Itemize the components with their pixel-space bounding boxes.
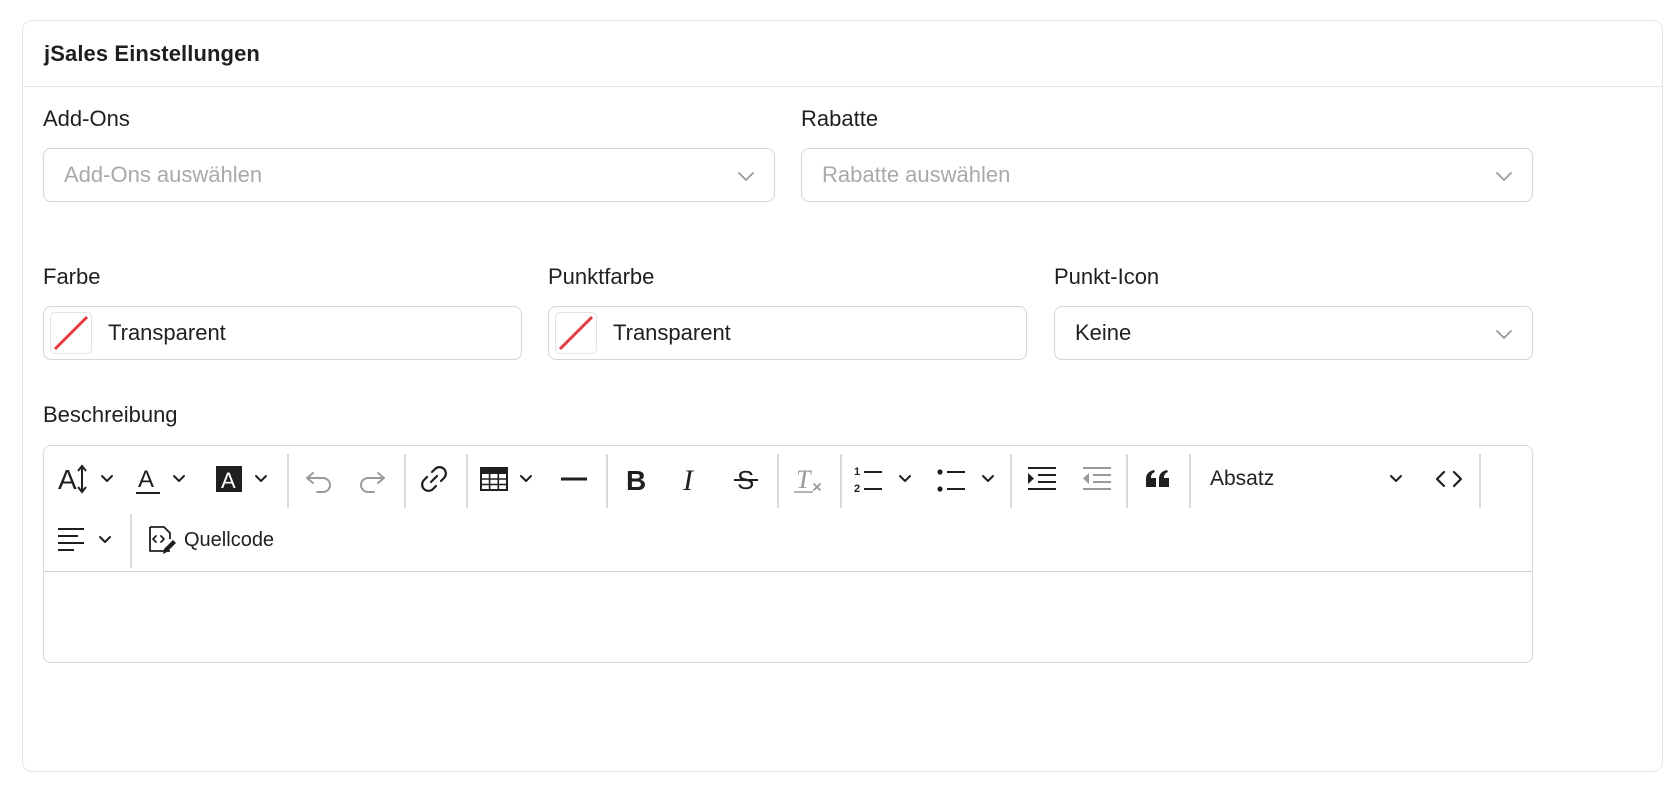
link-button[interactable] xyxy=(414,457,454,501)
punktfarbe-label: Punktfarbe xyxy=(548,264,655,289)
chevron-down-icon xyxy=(738,172,754,181)
bulleted-list-icon xyxy=(937,469,994,492)
numbered-list-button[interactable]: 1 2 xyxy=(852,457,918,501)
toolbar-separator xyxy=(1189,454,1191,508)
undo-button[interactable] xyxy=(299,457,339,501)
indent-icon xyxy=(1028,467,1056,490)
background-color-icon: A xyxy=(216,466,267,493)
svg-text:A: A xyxy=(58,464,77,495)
font-size-button[interactable]: A xyxy=(56,457,120,501)
remove-format-icon: T xyxy=(794,465,821,494)
card-header: jSales Einstellungen xyxy=(23,21,1662,87)
punktfarbe-value: Transparent xyxy=(613,320,731,345)
beschreibung-label: Beschreibung xyxy=(43,402,178,427)
outdent-icon xyxy=(1083,467,1111,490)
code-icon xyxy=(1435,470,1463,488)
punkticon-select[interactable]: Keine xyxy=(1054,306,1533,360)
background-color-button[interactable]: A xyxy=(214,457,276,501)
blockquote-button[interactable] xyxy=(1138,457,1178,501)
toolbar-separator xyxy=(1010,454,1012,508)
card-title: jSales Einstellungen xyxy=(44,40,260,66)
strikethrough-button[interactable]: S xyxy=(726,457,766,501)
toolbar-separator xyxy=(287,454,289,508)
italic-button[interactable]: I xyxy=(671,457,711,501)
numbered-list-icon: 1 2 xyxy=(854,466,911,495)
rabatte-placeholder: Rabatte auswählen xyxy=(822,162,1011,187)
jsales-settings-card: jSales Einstellungen Add-Ons Add-Ons aus… xyxy=(22,20,1663,772)
rich-text-editor: A A A B I S T 1 2 Absatz Quellcode xyxy=(43,445,1533,663)
punkticon-label: Punkt-Icon xyxy=(1054,264,1160,289)
strikethrough-icon: S xyxy=(734,465,758,495)
toolbar-separator xyxy=(404,454,406,508)
addons-placeholder: Add-Ons auswählen xyxy=(64,162,263,187)
horizontal-line-icon xyxy=(561,477,587,481)
font-color-button[interactable]: A xyxy=(134,457,196,501)
svg-text:I: I xyxy=(682,464,695,495)
editor-toolbar: A A A B I S T 1 2 Absatz Quellcode xyxy=(44,446,1532,572)
source-edit-icon xyxy=(149,526,176,554)
toolbar-separator xyxy=(606,454,608,508)
rabatte-label: Rabatte xyxy=(801,106,879,131)
source-code-label: Quellcode xyxy=(184,528,275,551)
source-code-button[interactable]: Quellcode xyxy=(144,518,284,562)
editor-content-area[interactable] xyxy=(44,572,1532,662)
toolbar-separator xyxy=(466,454,468,508)
outdent-button[interactable] xyxy=(1077,457,1117,501)
undo-icon xyxy=(306,472,331,493)
heading-dropdown-value: Absatz xyxy=(1210,467,1275,490)
chevron-down-icon xyxy=(1496,172,1512,181)
link-icon xyxy=(421,466,447,492)
transparent-icon xyxy=(558,315,594,351)
svg-text:A: A xyxy=(138,466,154,493)
svg-text:B: B xyxy=(626,465,646,495)
punkticon-value: Keine xyxy=(1075,320,1132,345)
table-button[interactable] xyxy=(479,457,543,501)
farbe-value: Transparent xyxy=(108,320,226,345)
table-icon xyxy=(480,467,532,491)
indent-button[interactable] xyxy=(1022,457,1062,501)
transparent-icon xyxy=(53,315,89,351)
redo-button[interactable] xyxy=(352,457,392,501)
addons-select[interactable]: Add-Ons auswählen xyxy=(43,148,775,202)
code-button[interactable] xyxy=(1429,457,1469,501)
toolbar-separator xyxy=(130,514,132,568)
italic-icon: I xyxy=(682,464,695,495)
toolbar-separator xyxy=(1126,454,1128,508)
svg-text:2: 2 xyxy=(854,483,860,495)
remove-format-button[interactable]: T xyxy=(789,457,829,501)
toolbar-separator xyxy=(1479,454,1481,508)
farbe-label: Farbe xyxy=(43,264,101,289)
farbe-color-picker[interactable]: Transparent xyxy=(43,306,522,360)
horizontal-line-button[interactable] xyxy=(554,457,594,501)
align-left-icon xyxy=(58,528,111,551)
font-size-icon: A xyxy=(58,464,113,495)
rabatte-select[interactable]: Rabatte auswählen xyxy=(801,148,1533,202)
redo-icon xyxy=(360,472,385,493)
farbe-swatch[interactable] xyxy=(50,312,92,354)
toolbar-separator xyxy=(777,454,779,508)
bulleted-list-button[interactable] xyxy=(935,457,1001,501)
svg-text:T: T xyxy=(796,465,812,494)
blockquote-icon xyxy=(1146,470,1169,487)
punktfarbe-color-picker[interactable]: Transparent xyxy=(548,306,1027,360)
toolbar-separator xyxy=(840,454,842,508)
bold-icon: B xyxy=(626,465,646,495)
svg-text:1: 1 xyxy=(854,466,860,478)
alignment-button[interactable] xyxy=(56,518,118,562)
chevron-down-icon xyxy=(1390,475,1402,482)
font-color-icon: A xyxy=(136,466,185,494)
punktfarbe-swatch[interactable] xyxy=(555,312,597,354)
addons-label: Add-Ons xyxy=(43,106,130,131)
chevron-down-icon xyxy=(1496,330,1512,339)
svg-text:A: A xyxy=(221,468,236,493)
heading-dropdown[interactable]: Absatz xyxy=(1202,457,1414,501)
bold-button[interactable]: B xyxy=(616,457,656,501)
